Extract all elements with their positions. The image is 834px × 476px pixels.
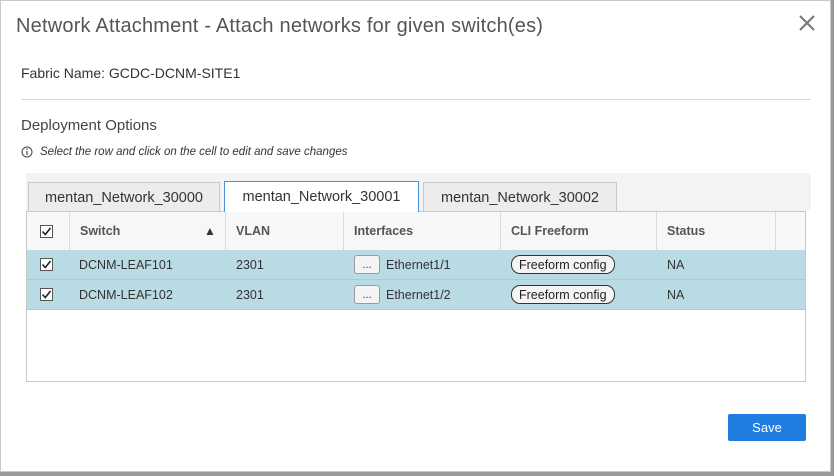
check-icon [41, 227, 52, 236]
dialog-title: Network Attachment - Attach networks for… [16, 15, 544, 37]
column-header-vlan[interactable]: VLAN [226, 212, 344, 250]
tab-network-30000[interactable]: mentan_Network_30000 [28, 182, 220, 212]
select-all-cell [27, 212, 70, 250]
fabric-name-label: Fabric Name: GCDC-DCNM-SITE1 [21, 65, 241, 81]
switch-grid: Switch ▲ VLAN Interfaces CLI Freeform St… [26, 211, 806, 382]
row-checkbox-cell [40, 280, 53, 309]
hint-text: Select the row and click on the cell to … [40, 146, 348, 158]
column-header-switch[interactable]: Switch ▲ [70, 212, 226, 250]
row-checkbox[interactable] [40, 288, 53, 301]
tab-label: mentan_Network_30000 [45, 189, 203, 206]
column-header-interfaces[interactable]: Interfaces [344, 212, 501, 250]
close-icon[interactable] [796, 12, 818, 34]
status-cell: NA [667, 287, 685, 302]
table-row[interactable]: DCNM-LEAF101 2301 ... Ethernet1/1 Freefo… [27, 250, 805, 280]
column-label: CLI Freeform [511, 224, 589, 238]
interface-value: Ethernet1/1 [386, 257, 451, 272]
info-icon [21, 146, 33, 158]
hint-text-row: Select the row and click on the cell to … [21, 146, 348, 158]
switch-cell: DCNM-LEAF101 [79, 257, 173, 272]
tab-network-30002[interactable]: mentan_Network_30002 [423, 182, 617, 212]
check-icon [41, 290, 52, 299]
interfaces-cell[interactable]: ... Ethernet1/1 [354, 250, 451, 279]
edit-interfaces-button[interactable]: ... [354, 255, 380, 274]
status-cell: NA [667, 257, 685, 272]
divider [21, 99, 811, 100]
network-attachment-dialog: Network Attachment - Attach networks for… [0, 0, 831, 472]
save-button[interactable]: Save [728, 414, 806, 441]
vlan-cell[interactable]: 2301 [236, 280, 264, 309]
vlan-cell[interactable]: 2301 [236, 250, 264, 279]
interface-value: Ethernet1/2 [386, 287, 451, 302]
column-header-status[interactable]: Status [657, 212, 776, 250]
freeform-config-button[interactable]: Freeform config [511, 285, 615, 304]
table-row[interactable]: DCNM-LEAF102 2301 ... Ethernet1/2 Freefo… [27, 280, 805, 310]
column-header-cli-freeform[interactable]: CLI Freeform [501, 212, 657, 250]
switch-cell: DCNM-LEAF102 [79, 287, 173, 302]
tab-label: mentan_Network_30001 [242, 189, 401, 205]
section-title: Deployment Options [21, 117, 157, 134]
row-checkbox-cell [40, 250, 53, 279]
freeform-config-button[interactable]: Freeform config [511, 255, 615, 274]
column-label: Switch [80, 224, 121, 238]
tab-label: mentan_Network_30002 [441, 189, 599, 206]
interfaces-cell[interactable]: ... Ethernet1/2 [354, 280, 451, 309]
cli-freeform-cell: Freeform config [511, 250, 615, 279]
cli-freeform-cell: Freeform config [511, 280, 615, 309]
column-label: Status [667, 224, 706, 238]
column-label: Interfaces [354, 224, 414, 238]
check-icon [41, 260, 52, 269]
sort-asc-icon: ▲ [204, 224, 216, 238]
tab-network-30001[interactable]: mentan_Network_30001 [224, 181, 419, 212]
select-all-checkbox[interactable] [40, 224, 53, 238]
row-checkbox[interactable] [40, 258, 53, 271]
grid-header: Switch ▲ VLAN Interfaces CLI Freeform St… [27, 212, 805, 251]
edit-interfaces-button[interactable]: ... [354, 285, 380, 304]
column-label: VLAN [236, 224, 271, 238]
